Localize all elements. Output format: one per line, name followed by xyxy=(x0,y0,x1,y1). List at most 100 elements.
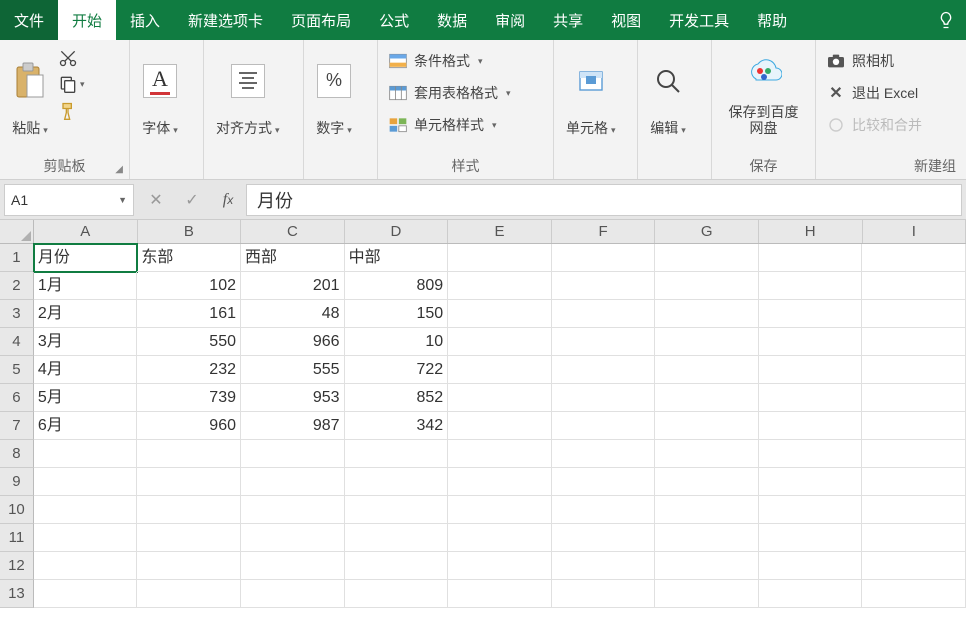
menu-tab-1[interactable]: 插入 xyxy=(116,0,174,40)
cell[interactable] xyxy=(34,468,138,496)
cell[interactable] xyxy=(448,328,552,356)
cell[interactable] xyxy=(759,328,863,356)
cell[interactable] xyxy=(137,524,241,552)
cell[interactable]: 150 xyxy=(345,300,449,328)
row-header[interactable]: 11 xyxy=(0,524,34,552)
row-header[interactable]: 10 xyxy=(0,496,34,524)
cell[interactable] xyxy=(448,580,552,608)
cell[interactable] xyxy=(241,552,345,580)
cell[interactable] xyxy=(345,440,449,468)
editing-button[interactable]: 编辑▾ xyxy=(644,44,692,138)
cell[interactable] xyxy=(655,244,759,272)
cell[interactable] xyxy=(862,552,966,580)
cell[interactable] xyxy=(34,440,138,468)
cells-button[interactable]: 单元格▾ xyxy=(560,44,622,138)
cell[interactable] xyxy=(137,440,241,468)
cell[interactable] xyxy=(241,496,345,524)
column-header[interactable]: G xyxy=(655,220,759,243)
cell[interactable] xyxy=(655,328,759,356)
cell[interactable] xyxy=(862,580,966,608)
cell[interactable] xyxy=(655,496,759,524)
cell[interactable] xyxy=(655,440,759,468)
cell[interactable] xyxy=(552,552,656,580)
cell[interactable] xyxy=(759,384,863,412)
cell[interactable] xyxy=(241,468,345,496)
cell[interactable] xyxy=(34,496,138,524)
cell[interactable] xyxy=(759,524,863,552)
cell[interactable] xyxy=(759,244,863,272)
cell[interactable] xyxy=(759,300,863,328)
row-header[interactable]: 4 xyxy=(0,328,34,356)
row-header[interactable]: 12 xyxy=(0,552,34,580)
cell[interactable] xyxy=(552,384,656,412)
menu-file[interactable]: 文件 xyxy=(0,0,58,40)
cell[interactable] xyxy=(862,384,966,412)
menu-tab-4[interactable]: 公式 xyxy=(365,0,423,40)
row-header[interactable]: 5 xyxy=(0,356,34,384)
row-header[interactable]: 8 xyxy=(0,440,34,468)
menu-tab-6[interactable]: 审阅 xyxy=(481,0,539,40)
cell[interactable] xyxy=(448,272,552,300)
cell[interactable]: 1月 xyxy=(34,272,138,300)
cell[interactable]: 953 xyxy=(241,384,345,412)
cell[interactable] xyxy=(448,412,552,440)
menu-tab-3[interactable]: 页面布局 xyxy=(277,0,365,40)
cell[interactable] xyxy=(655,384,759,412)
cell[interactable] xyxy=(552,440,656,468)
cell[interactable]: 6月 xyxy=(34,412,138,440)
cell[interactable] xyxy=(862,496,966,524)
formula-input[interactable]: 月份 xyxy=(246,184,962,216)
cell[interactable] xyxy=(552,244,656,272)
cell[interactable]: 722 xyxy=(345,356,449,384)
cell[interactable]: 852 xyxy=(345,384,449,412)
save-to-baidu-button[interactable]: 保存到百度网盘 xyxy=(718,44,809,138)
menu-tab-5[interactable]: 数据 xyxy=(423,0,481,40)
row-header[interactable]: 6 xyxy=(0,384,34,412)
cell[interactable] xyxy=(862,412,966,440)
cell[interactable]: 48 xyxy=(241,300,345,328)
column-header[interactable]: D xyxy=(345,220,449,243)
cell[interactable] xyxy=(552,580,656,608)
paste-button[interactable]: 粘贴▾ xyxy=(6,44,54,138)
cell[interactable] xyxy=(552,272,656,300)
cell[interactable] xyxy=(448,468,552,496)
cell[interactable] xyxy=(448,356,552,384)
cell[interactable]: 西部 xyxy=(241,244,345,272)
cell[interactable] xyxy=(552,356,656,384)
cell[interactable] xyxy=(34,524,138,552)
cell[interactable] xyxy=(759,440,863,468)
cell[interactable]: 5月 xyxy=(34,384,138,412)
column-header[interactable]: F xyxy=(552,220,656,243)
cell[interactable]: 10 xyxy=(345,328,449,356)
menu-tab-2[interactable]: 新建选项卡 xyxy=(174,0,277,40)
cell[interactable] xyxy=(241,580,345,608)
cell[interactable] xyxy=(655,412,759,440)
cell[interactable] xyxy=(448,524,552,552)
cell[interactable] xyxy=(655,552,759,580)
cell[interactable] xyxy=(448,496,552,524)
clipboard-launcher[interactable]: ◢ xyxy=(115,164,123,175)
menu-tab-7[interactable]: 共享 xyxy=(539,0,597,40)
alignment-button[interactable]: 对齐方式▾ xyxy=(210,44,286,138)
conditional-format-button[interactable]: 条件格式▾ xyxy=(384,48,547,74)
row-header[interactable]: 1 xyxy=(0,244,34,272)
cell[interactable] xyxy=(655,524,759,552)
cell[interactable]: 中部 xyxy=(345,244,449,272)
cell[interactable] xyxy=(448,244,552,272)
cell[interactable]: 966 xyxy=(241,328,345,356)
cell[interactable]: 555 xyxy=(241,356,345,384)
select-all-corner[interactable] xyxy=(0,220,34,244)
cell[interactable] xyxy=(448,384,552,412)
cell[interactable] xyxy=(862,244,966,272)
cell[interactable] xyxy=(345,552,449,580)
cell[interactable]: 809 xyxy=(345,272,449,300)
cell[interactable]: 201 xyxy=(241,272,345,300)
cell[interactable] xyxy=(241,440,345,468)
cell[interactable] xyxy=(862,524,966,552)
column-header[interactable]: B xyxy=(138,220,242,243)
cell[interactable]: 550 xyxy=(137,328,241,356)
cell[interactable] xyxy=(862,356,966,384)
cell[interactable] xyxy=(759,468,863,496)
cell-styles-button[interactable]: 单元格样式▾ xyxy=(384,112,547,138)
cell[interactable] xyxy=(448,552,552,580)
